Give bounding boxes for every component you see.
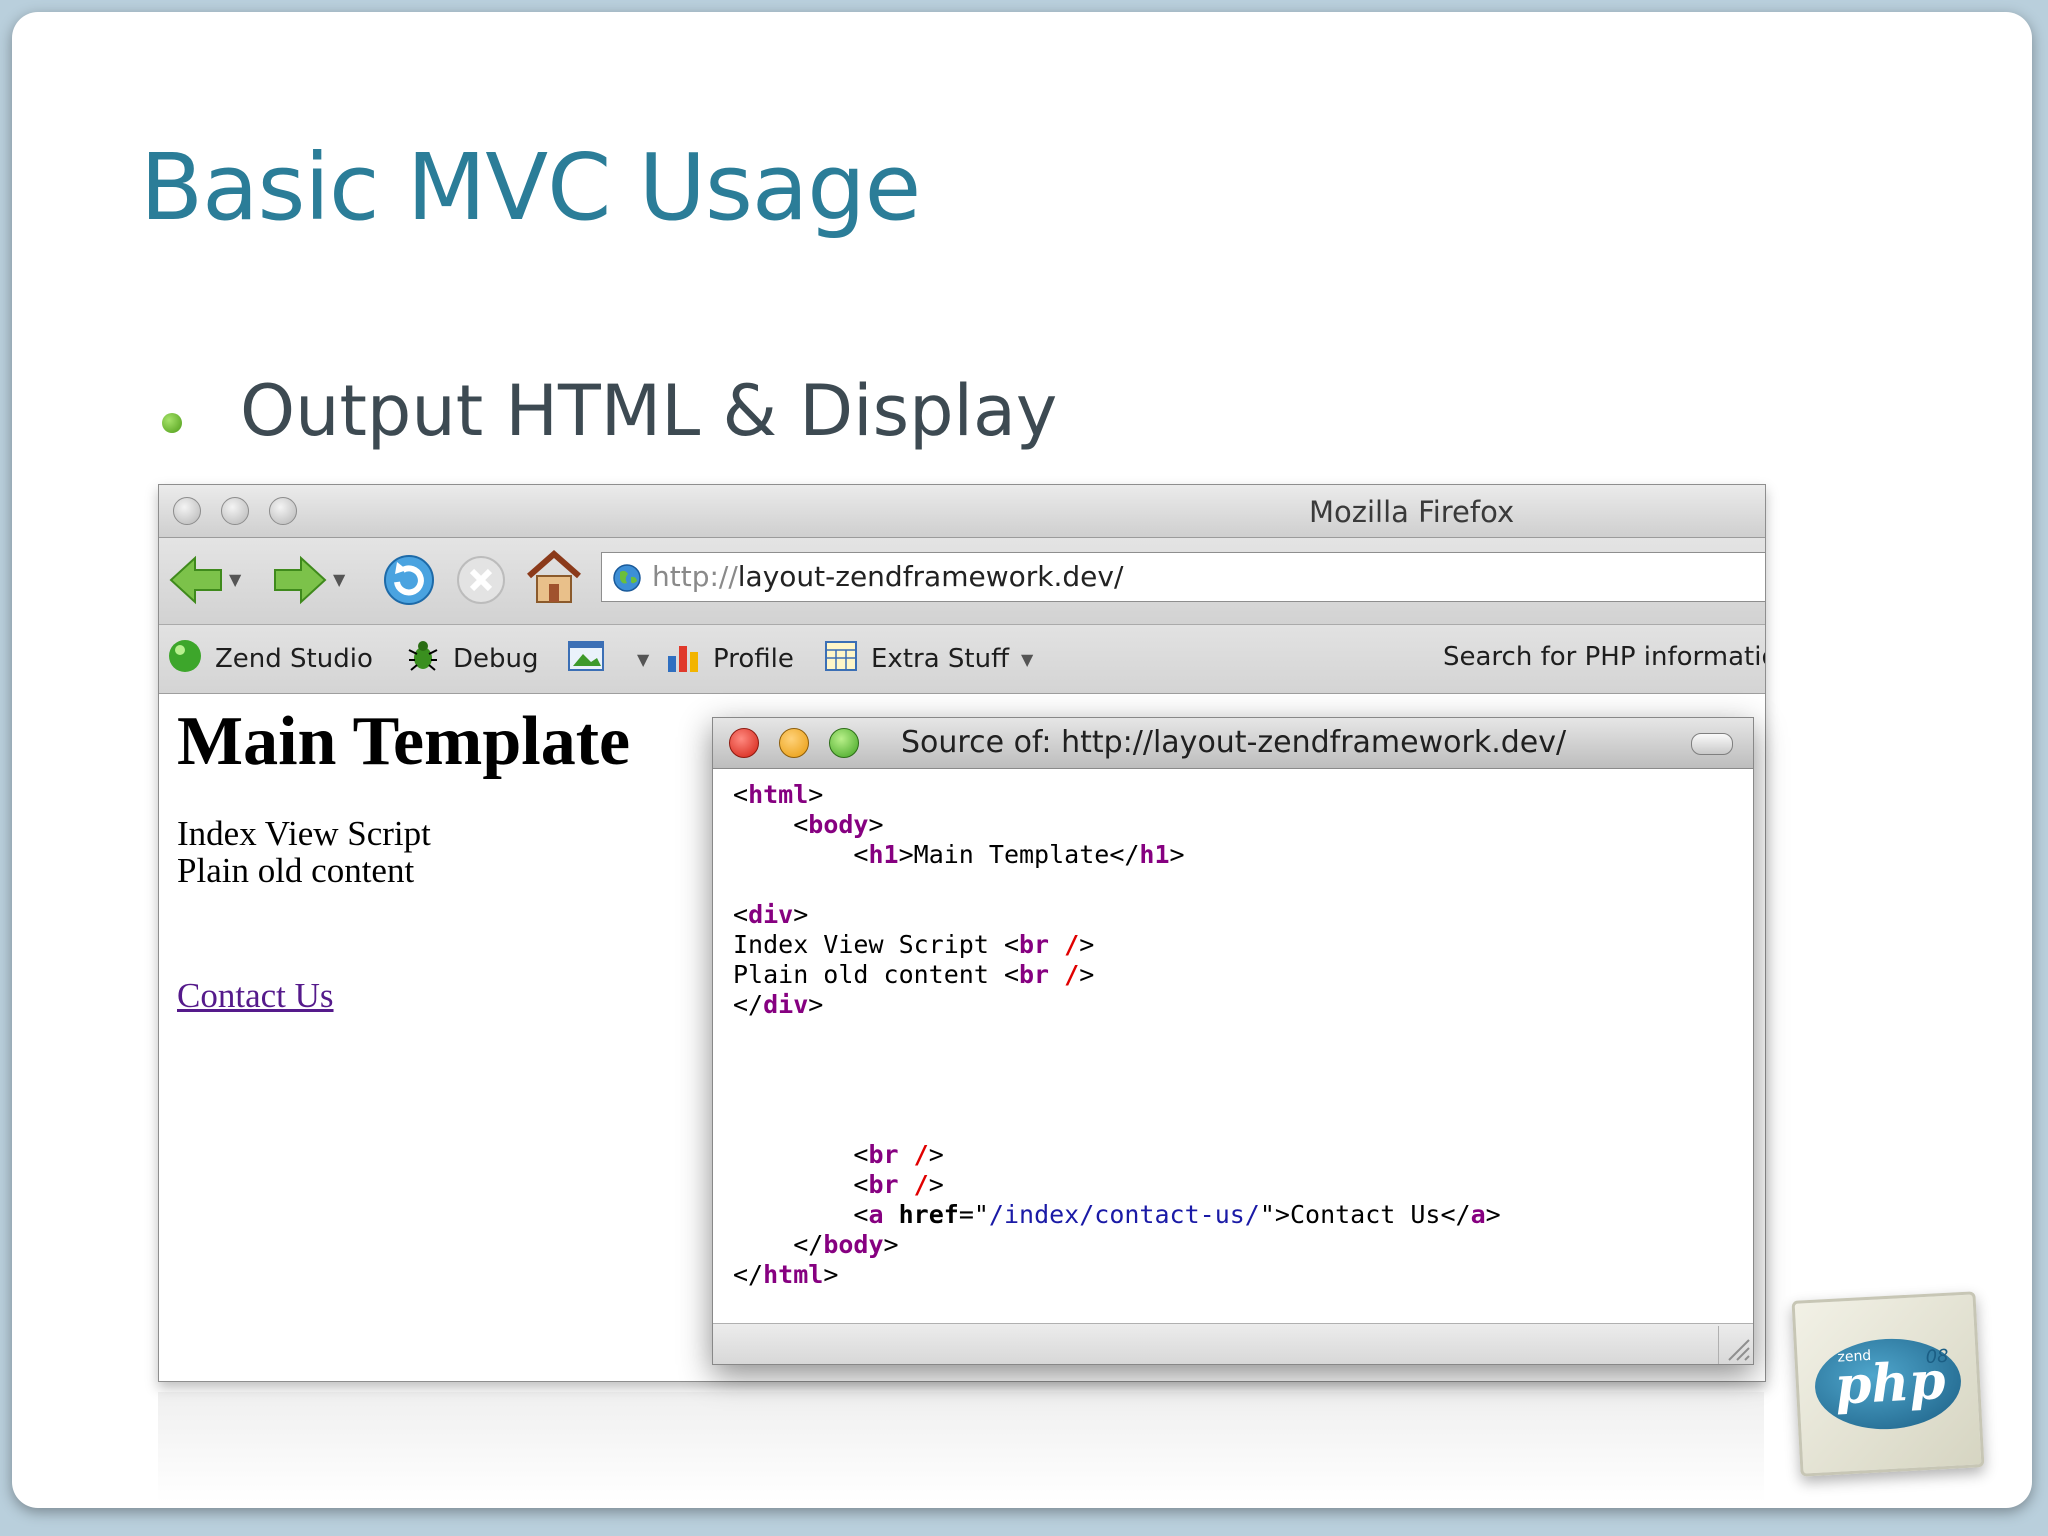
extra-stuff-dropdown-icon[interactable]: ▼ (1021, 650, 1033, 669)
minimize-window-button[interactable] (221, 497, 249, 525)
zend-studio-bookmark[interactable]: Zend Studio (167, 625, 373, 693)
forward-icon[interactable] (271, 554, 327, 610)
image-bookmark[interactable]: ▼ (567, 625, 649, 693)
contact-us-link[interactable]: Contact Us (177, 976, 334, 1016)
logo-year-text: 08 (1925, 1345, 1950, 1368)
source-window-title: Source of: http://layout-zendframework.d… (901, 725, 1567, 760)
profile-bookmark[interactable]: Profile (665, 625, 794, 693)
image-icon (567, 640, 605, 679)
extra-stuff-bookmark[interactable]: Extra Stuff ▼ (823, 625, 1033, 693)
bookmarks-toolbar: Zend Studio Debug ▼ Profile Extra Stuff … (159, 625, 1765, 694)
close-window-button[interactable] (173, 497, 201, 525)
url-input[interactable]: http://layout-zendframework.dev/ (601, 552, 1765, 602)
url-text: http://layout-zendframework.dev/ (652, 560, 1124, 593)
navigation-toolbar: ▼ ▼ http://layout-zendframework.dev/ (159, 538, 1765, 625)
home-icon[interactable] (525, 548, 583, 610)
php-search-field[interactable]: Search for PHP informatio (1443, 642, 1765, 672)
profile-label: Profile (713, 644, 794, 674)
zend-php-logo: zend php 08 (1791, 1291, 1985, 1477)
toolbar-toggle-button[interactable] (1691, 733, 1733, 755)
forward-dropdown-icon[interactable]: ▼ (333, 570, 345, 589)
view-source-window: Source of: http://layout-zendframework.d… (712, 717, 1754, 1365)
window-title: Mozilla Firefox (1309, 495, 1515, 529)
globe-icon (612, 563, 642, 597)
extra-stuff-label: Extra Stuff (871, 644, 1009, 674)
source-code: <html> <body> <h1>Main Template</h1> <di… (733, 780, 1501, 1289)
source-statusbar (713, 1323, 1753, 1364)
extra-stuff-icon (823, 638, 859, 681)
zend-studio-label: Zend Studio (215, 644, 373, 674)
profile-chart-icon (665, 638, 701, 681)
back-dropdown-icon[interactable]: ▼ (229, 570, 241, 589)
bullet-dot-icon (162, 413, 182, 433)
image-dropdown-icon[interactable]: ▼ (637, 650, 649, 669)
slide-title: Basic MVC Usage (140, 134, 921, 241)
back-icon[interactable] (169, 554, 225, 610)
bullet-text: Output HTML & Display (240, 370, 1058, 452)
zoom-window-button[interactable] (829, 728, 859, 758)
resize-grip-icon[interactable] (1718, 1326, 1753, 1364)
window-reflection (158, 1392, 1764, 1502)
firefox-titlebar: Mozilla Firefox (159, 485, 1765, 538)
zoom-window-button[interactable] (269, 497, 297, 525)
bug-icon (405, 638, 441, 681)
reload-icon[interactable] (381, 552, 437, 612)
stop-icon[interactable] (455, 554, 507, 610)
page-heading: Main Template (177, 703, 631, 780)
zend-studio-icon (167, 638, 203, 681)
debug-label: Debug (453, 644, 539, 674)
source-titlebar: Source of: http://layout-zendframework.d… (713, 718, 1753, 769)
minimize-window-button[interactable] (779, 728, 809, 758)
page-text-line: Index View Script (177, 814, 431, 853)
close-window-button[interactable] (729, 728, 759, 758)
debug-bookmark[interactable]: Debug (405, 625, 539, 693)
page-text-line: Plain old content (177, 851, 415, 890)
